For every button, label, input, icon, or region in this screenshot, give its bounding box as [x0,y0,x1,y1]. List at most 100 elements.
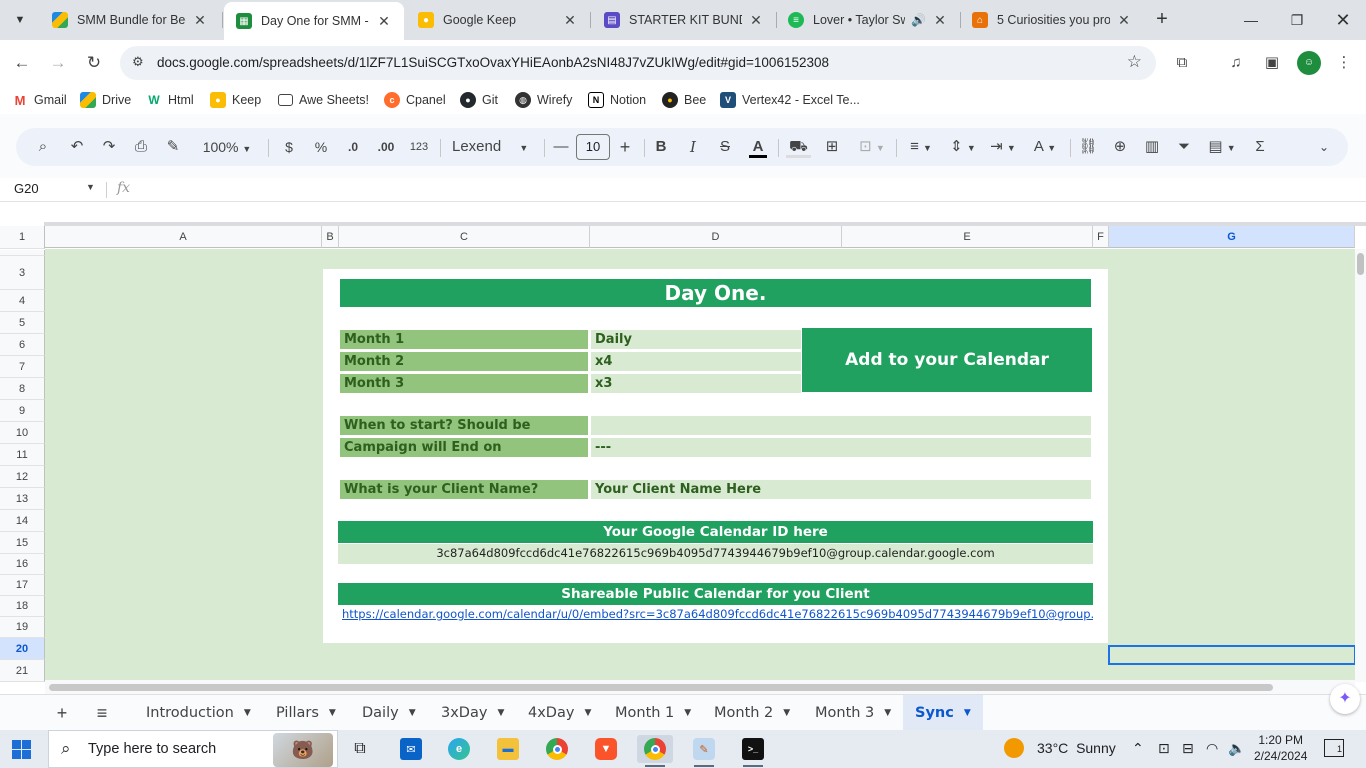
sheet-tab-month-1[interactable]: Month 1 ▼ [603,695,703,731]
url-text[interactable]: docs.google.com/spreadsheets/d/1lZF7L1Su… [157,55,829,70]
filter-views-icon[interactable]: ▤ ▼ [1204,137,1240,157]
scrollbar-thumb[interactable] [1357,253,1364,275]
selected-cell-g20[interactable] [1108,645,1356,665]
sheet-tab-month-2[interactable]: Month 2 ▼ [702,695,802,731]
chevron-down-icon[interactable]: ▼ [964,708,971,718]
add-sheet-button[interactable]: + [50,702,74,724]
merge-cells-icon[interactable]: ⊡ ▼ [854,137,890,157]
sheet-tab-4xday[interactable]: 4xDay ▼ [516,695,603,731]
horizontal-scrollbar[interactable] [45,680,1355,694]
speaker-icon[interactable]: 🔊 [911,13,926,27]
chrome-icon[interactable] [539,735,575,763]
zoom-select[interactable]: 100% ▼ [194,137,260,157]
restore-icon[interactable]: ❐ [1274,6,1320,34]
scrollbar-thumb[interactable] [49,684,1273,691]
sheet-tab-sync[interactable]: Sync ▼ [903,695,983,731]
task-view-icon[interactable]: ⧉ [342,735,378,763]
edge-icon[interactable]: e [441,735,477,763]
chevron-down-icon[interactable]: ▼ [884,708,891,718]
bold-icon[interactable]: B [650,137,672,157]
bookmark-vertex42[interactable]: V Vertex42 - Excel Te... [720,91,860,109]
minimize-icon[interactable]: — [1228,6,1274,34]
column-header[interactable]: D [590,226,842,248]
browser-tab[interactable]: SMM Bundle for Begi ✕ [40,4,220,36]
functions-icon[interactable]: Σ [1248,137,1272,157]
search-highlight-image[interactable]: 🐻 [273,733,333,767]
sheet-title[interactable]: Day One. [340,279,1091,307]
currency-format-button[interactable]: $ [278,137,300,157]
text-wrapping-icon[interactable]: ⇥ ▼ [986,137,1020,157]
windows-start-icon[interactable] [12,740,32,760]
camera-icon[interactable]: ⊡ [1158,740,1170,757]
close-icon[interactable]: ✕ [562,12,578,29]
row-header[interactable]: 5 [0,312,45,334]
browser-tab[interactable]: ▤ STARTER KIT BUNDLE ✕ [592,4,776,36]
row-header[interactable]: 12 [0,466,45,488]
name-box[interactable]: G20 [14,181,39,196]
browser-tab[interactable]: ≡ Lover • Taylor Swi 🔊 ✕ [776,4,960,36]
column-header[interactable]: E [842,226,1093,248]
fill-color-icon[interactable]: ⛟ [786,137,811,158]
client-name-field[interactable]: Your Client Name Here [591,480,1091,499]
sheet-tab-introduction[interactable]: Introduction ▼ [134,695,263,731]
brave-icon[interactable]: ▼ [588,735,624,763]
bookmark-notion[interactable]: N Notion [588,91,646,109]
percent-format-button[interactable]: % [310,137,332,157]
chrome-profile-icon[interactable] [637,735,673,767]
row-header[interactable]: 4 [0,290,45,312]
chevron-down-icon[interactable]: ▼ [86,182,95,192]
row-header[interactable]: 18 [0,596,45,617]
terminal-icon[interactable]: >_ [735,735,771,767]
chevron-down-icon[interactable]: ▼ [409,708,416,718]
column-header[interactable]: A [45,226,322,248]
bookmark-cpanel[interactable]: c Cpanel [384,91,446,109]
text-color-icon[interactable]: A [746,137,770,158]
sheet-tab-pillars[interactable]: Pillars ▼ [264,695,348,731]
sheet-tab-daily[interactable]: Daily ▼ [350,695,428,731]
chevron-down-icon[interactable]: ⌄ [1312,137,1336,157]
paint-format-icon[interactable]: ✎ [162,137,184,157]
number-format-button[interactable]: 123 [406,137,432,157]
gemini-icon[interactable]: ✦ [1330,684,1360,714]
forward-icon[interactable]: → [44,49,72,77]
more-menu-icon[interactable]: ⋮ [1332,51,1356,75]
increase-font-size-icon[interactable]: + [614,137,636,157]
row-header[interactable]: 17 [0,575,45,596]
paint-icon[interactable]: ✎ [686,735,722,767]
insert-chart-icon[interactable]: ▥ [1140,137,1164,157]
extensions-icon[interactable]: ⧉ [1170,51,1194,75]
undo-icon[interactable]: ↶ [66,137,88,157]
month-value[interactable]: x3 [591,374,801,393]
calendar-id-header[interactable]: Your Google Calendar ID here [338,521,1093,543]
month-label[interactable]: Month 1 [340,330,588,349]
insert-link-icon[interactable]: ⛓ [1076,137,1100,157]
browser-tab-active[interactable]: ▦ Day One for SMM - G ✕ [224,2,404,40]
column-header[interactable]: F [1093,226,1109,248]
all-sheets-icon[interactable]: ≡ [90,702,114,724]
bookmark-git[interactable]: ● Git [460,91,498,109]
chevron-down-icon[interactable]: ▼ [497,708,504,718]
reload-icon[interactable]: ↻ [80,49,108,77]
public-calendar-link[interactable]: https://calendar.google.com/calendar/u/0… [338,604,1093,624]
bookmark-wirefy[interactable]: ◍ Wirefy [515,91,572,109]
print-icon[interactable]: ⎙ [130,137,152,157]
search-menus-icon[interactable]: ⌕ [32,137,54,157]
bookmark-keep[interactable]: ● Keep [210,91,261,109]
start-date-label[interactable]: When to start? Should be Sunday [340,416,588,452]
row-header[interactable]: 3 [0,256,45,290]
row-header[interactable]: 13 [0,488,45,510]
close-icon[interactable]: ✕ [376,13,392,30]
column-header-selected[interactable]: G [1109,226,1355,248]
bookmark-bee[interactable]: ● Bee [662,91,706,109]
decrease-decimal-button[interactable]: .0 [340,137,366,157]
text-rotation-icon[interactable]: A ▼ [1028,137,1062,157]
italic-icon[interactable]: I [682,137,704,157]
close-window-icon[interactable]: ✕ [1320,6,1366,34]
row-header-selected[interactable]: 20 [0,638,45,660]
sheet-tab-month-3[interactable]: Month 3 ▼ [803,695,903,731]
calendar-id-field[interactable]: 3c87a64d809fccd6dc41e76822615c969b4095d7… [338,544,1093,564]
month-label[interactable]: Month 3 [340,374,588,393]
increase-decimal-button[interactable]: .00 [372,137,400,157]
decrease-font-size-icon[interactable]: — [550,137,572,157]
bookmark-gmail[interactable]: M Gmail [12,91,67,109]
